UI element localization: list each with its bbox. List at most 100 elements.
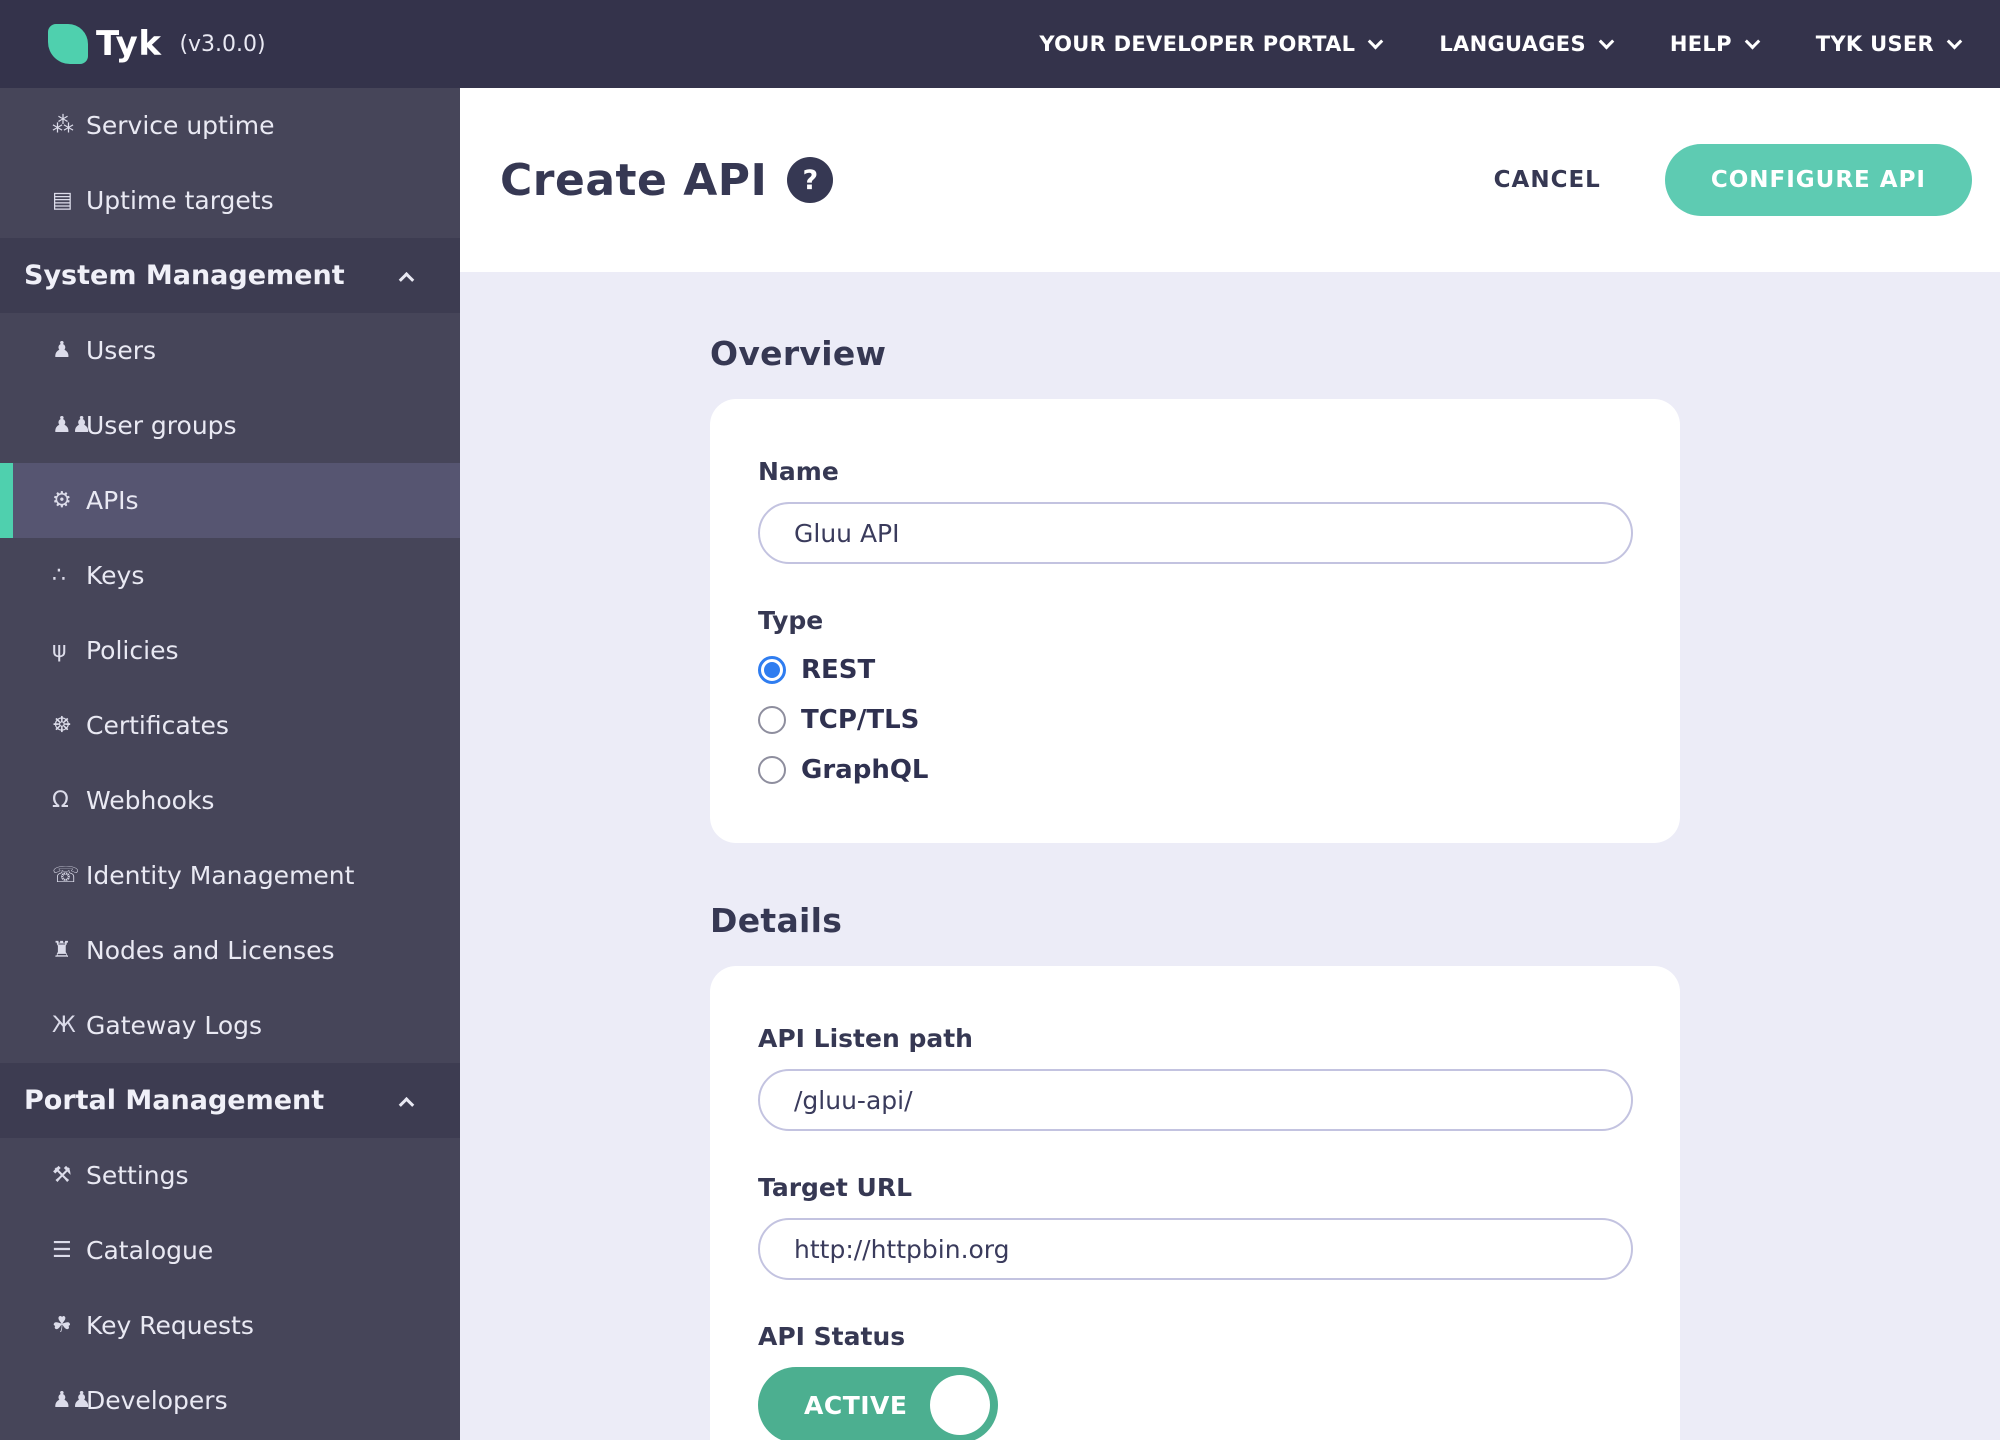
sidebar-section-system-management[interactable]: System Management bbox=[0, 238, 460, 313]
sidebar-item-keys[interactable]: ∴ Keys bbox=[0, 538, 460, 613]
sidebar-item-label: Certificates bbox=[86, 711, 229, 740]
nav-item-label: YOUR DEVELOPER PORTAL bbox=[1039, 32, 1356, 56]
top-navbar: Tyk (v3.0.0) YOUR DEVELOPER PORTAL LANGU… bbox=[0, 0, 2000, 88]
user-icon: ♟ bbox=[52, 338, 72, 363]
version-label: (v3.0.0) bbox=[179, 31, 266, 57]
radio-option-tcp-tls[interactable]: TCP/TLS bbox=[758, 705, 1632, 735]
radio-selected-icon bbox=[758, 656, 786, 684]
toggle-knob bbox=[930, 1375, 990, 1435]
sidebar-item-label: Settings bbox=[86, 1161, 189, 1190]
sidebar-section-label: Portal Management bbox=[24, 1085, 325, 1116]
chevron-down-icon bbox=[1744, 33, 1761, 49]
api-name-input[interactable] bbox=[758, 502, 1633, 564]
radio-option-graphql[interactable]: GraphQL bbox=[758, 755, 1632, 785]
nav-help[interactable]: HELP bbox=[1669, 32, 1761, 56]
target-url-label: Target URL bbox=[758, 1173, 913, 1202]
sidebar-item-label: Developers bbox=[86, 1386, 228, 1415]
sidebar-item-label: Nodes and Licenses bbox=[86, 936, 335, 965]
sidebar-item-label: Users bbox=[86, 336, 157, 365]
sitemap-icon: ∴ bbox=[52, 563, 66, 588]
sidebar-item-developers[interactable]: ♟♟ Developers bbox=[0, 1363, 460, 1438]
sidebar-item-label: Identity Management bbox=[86, 861, 355, 890]
api-status-toggle[interactable]: ACTIVE bbox=[758, 1367, 998, 1440]
people-icon: ♟♟ bbox=[52, 1388, 92, 1413]
details-card: API Listen path Target URL API Status AC… bbox=[710, 966, 1680, 1440]
sidebar-item-policies[interactable]: ψ Policies bbox=[0, 613, 460, 688]
radio-option-label: GraphQL bbox=[801, 755, 929, 785]
nav-item-label: LANGUAGES bbox=[1439, 32, 1586, 56]
sidebar-item-user-groups[interactable]: ♟♟ User groups bbox=[0, 388, 460, 463]
nav-developer-portal[interactable]: YOUR DEVELOPER PORTAL bbox=[1039, 32, 1384, 56]
page-body: Overview Name Type REST TCP/TLS GraphQL bbox=[460, 272, 2000, 1440]
type-label: Type bbox=[758, 606, 824, 635]
sidebar-item-label: Catalogue bbox=[86, 1236, 214, 1265]
chevron-down-icon bbox=[1368, 33, 1384, 49]
radio-unselected-icon bbox=[758, 756, 786, 784]
plug-icon: ψ bbox=[52, 638, 67, 663]
sidebar-item-uptime-targets[interactable]: ▤ Uptime targets bbox=[0, 163, 460, 238]
radio-option-label: REST bbox=[801, 655, 876, 685]
configure-api-button[interactable]: CONFIGURE API bbox=[1664, 144, 1972, 216]
tyk-leaf-icon bbox=[48, 24, 88, 64]
toggle-status-label: ACTIVE bbox=[804, 1390, 908, 1420]
sidebar-item-nodes-and-licenses[interactable]: ♜ Nodes and Licenses bbox=[0, 913, 460, 988]
sidebar-item-label: Gateway Logs bbox=[86, 1011, 263, 1040]
wrench-icon: ⚒ bbox=[52, 1163, 72, 1188]
sidebar-item-label: Uptime targets bbox=[86, 186, 274, 215]
api-status-label: API Status bbox=[758, 1322, 906, 1351]
sidebar-item-settings[interactable]: ⚒ Settings bbox=[0, 1138, 460, 1213]
logo-text: Tyk bbox=[96, 24, 162, 64]
navbar-menu: YOUR DEVELOPER PORTAL LANGUAGES HELP TYK… bbox=[1039, 32, 1963, 56]
sidebar-item-label: Key Requests bbox=[86, 1311, 254, 1340]
server-list-icon: ☰ bbox=[52, 1238, 72, 1263]
nav-item-label: TYK USER bbox=[1815, 32, 1934, 56]
name-label: Name bbox=[758, 457, 839, 486]
tyk-logo[interactable]: Tyk (v3.0.0) bbox=[48, 24, 266, 64]
sidebar-item-label: Policies bbox=[86, 636, 179, 665]
uptime-targets-icon: ▤ bbox=[52, 188, 73, 213]
listen-path-input[interactable] bbox=[758, 1069, 1633, 1131]
target-url-input[interactable] bbox=[758, 1218, 1633, 1280]
sidebar-item-label: Service uptime bbox=[86, 111, 275, 140]
sidebar-item-catalogue[interactable]: ☰ Catalogue bbox=[0, 1213, 460, 1288]
paw-icon: ☘ bbox=[52, 1313, 72, 1338]
sidebar-section-label: System Management bbox=[24, 260, 345, 291]
sidebar-item-apis[interactable]: ⚙ APIs bbox=[0, 463, 460, 538]
sidebar-item-identity-management[interactable]: ☏ Identity Management bbox=[0, 838, 460, 913]
sidebar-item-users[interactable]: ♟ Users bbox=[0, 313, 460, 388]
nav-languages[interactable]: LANGUAGES bbox=[1439, 32, 1615, 56]
sidebar-item-label: Keys bbox=[86, 561, 145, 590]
sidebar: ⁂ Service uptime ▤ Uptime targets System… bbox=[0, 88, 460, 1440]
phone-icon: ☏ bbox=[52, 863, 80, 888]
chevron-up-icon bbox=[398, 271, 415, 288]
bank-icon: ♜ bbox=[52, 938, 72, 963]
page-title: Create API bbox=[500, 154, 768, 206]
nav-item-label: HELP bbox=[1669, 32, 1732, 56]
listen-path-label: API Listen path bbox=[758, 1024, 973, 1053]
cancel-button[interactable]: CANCEL bbox=[1494, 167, 1601, 193]
nav-tyk-user[interactable]: TYK USER bbox=[1815, 32, 1963, 56]
radio-option-rest[interactable]: REST bbox=[758, 655, 1632, 685]
sidebar-item-label: User groups bbox=[86, 411, 237, 440]
chevron-down-icon bbox=[1946, 33, 1963, 49]
chevron-up-icon bbox=[398, 1096, 415, 1113]
sidebar-item-label: APIs bbox=[86, 486, 139, 515]
radio-unselected-icon bbox=[758, 706, 786, 734]
radio-option-label: TCP/TLS bbox=[801, 705, 920, 735]
overview-card: Name Type REST TCP/TLS GraphQL bbox=[710, 399, 1680, 843]
sidebar-item-gateway-logs[interactable]: Ж Gateway Logs bbox=[0, 988, 460, 1063]
overview-heading: Overview bbox=[710, 334, 887, 373]
page-header: Create API ? CANCEL CONFIGURE API bbox=[460, 88, 2000, 272]
tyk-dashboard: Tyk (v3.0.0) YOUR DEVELOPER PORTAL LANGU… bbox=[0, 0, 2000, 1440]
bell-icon: Ω bbox=[52, 788, 69, 813]
sidebar-item-key-requests[interactable]: ☘ Key Requests bbox=[0, 1288, 460, 1363]
sidebar-item-webhooks[interactable]: Ω Webhooks bbox=[0, 763, 460, 838]
help-icon[interactable]: ? bbox=[787, 157, 834, 203]
bug-icon: Ж bbox=[52, 1013, 76, 1038]
sidebar-item-certificates[interactable]: ☸ Certificates bbox=[0, 688, 460, 763]
sidebar-item-label: Webhooks bbox=[86, 786, 215, 815]
service-uptime-icon: ⁂ bbox=[52, 113, 74, 138]
sidebar-section-portal-management[interactable]: Portal Management bbox=[0, 1063, 460, 1138]
sidebar-item-service-uptime[interactable]: ⁂ Service uptime bbox=[0, 88, 460, 163]
gears-icon: ⚙ bbox=[52, 488, 72, 513]
